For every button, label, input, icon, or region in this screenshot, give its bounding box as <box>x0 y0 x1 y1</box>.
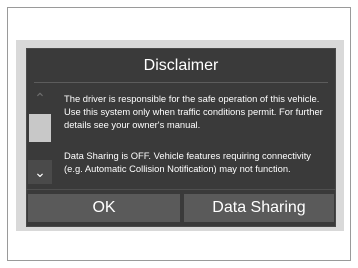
scrollbar-thumb[interactable] <box>29 114 51 142</box>
chevron-up-icon: ⌃ <box>34 90 46 106</box>
disclaimer-text: The driver is responsible for the safe o… <box>64 93 323 130</box>
title-divider <box>34 82 328 83</box>
disclaimer-dialog: Disclaimer ⌃ ⌄ The driver is responsible… <box>26 48 336 227</box>
button-row-divider <box>26 189 336 190</box>
data-sharing-button[interactable]: Data Sharing <box>184 194 334 222</box>
data-sharing-notice: Data Sharing is OFF. Vehicle features re… <box>64 150 311 174</box>
chevron-down-icon: ⌄ <box>34 164 46 180</box>
dialog-title: Disclaimer <box>143 57 219 74</box>
scroll-down-button[interactable]: ⌄ <box>28 160 52 184</box>
ok-button[interactable]: OK <box>28 194 180 222</box>
scroll-up-button[interactable]: ⌃ <box>28 88 52 108</box>
